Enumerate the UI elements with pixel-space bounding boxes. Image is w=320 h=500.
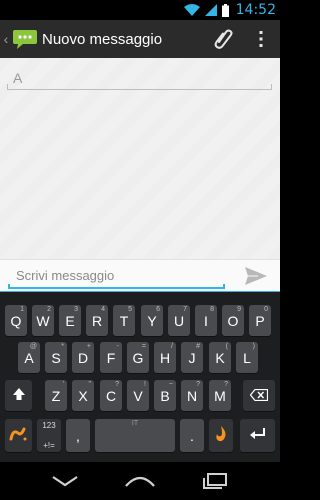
key-k[interactable]: (K — [209, 342, 231, 373]
space-key[interactable]: IT — [95, 419, 175, 452]
key-q[interactable]: 1Q — [5, 305, 27, 336]
backspace-icon — [249, 388, 269, 404]
compose-bar: Scrivi messaggio — [0, 259, 280, 291]
overflow-menu-icon[interactable] — [242, 20, 280, 58]
home-icon[interactable] — [120, 466, 160, 496]
key-t[interactable]: 5T — [113, 305, 135, 336]
messaging-app-icon[interactable] — [12, 27, 38, 51]
key-s[interactable]: * S — [45, 342, 67, 373]
key-l[interactable]: ) L — [236, 342, 258, 373]
key-h[interactable]: / H — [154, 342, 176, 373]
signal-icon — [204, 4, 217, 16]
key-j[interactable]: # J — [181, 342, 203, 373]
key-x[interactable]: " X — [72, 380, 94, 411]
recipient-placeholder: A — [13, 70, 23, 86]
page-title: Nuovo messaggio — [42, 30, 163, 48]
key-w[interactable]: 2W — [32, 305, 54, 336]
action-bar: ‹ Nuovo messaggio — [0, 20, 280, 58]
attach-icon[interactable] — [204, 20, 242, 58]
key-n[interactable]: ? N — [181, 380, 203, 411]
key-o[interactable]: 9O — [222, 305, 244, 336]
key-u[interactable]: 7U — [168, 305, 190, 336]
wifi-icon — [183, 4, 200, 16]
key-a[interactable]: @ A — [18, 342, 40, 373]
dragon-voice-icon — [213, 425, 229, 446]
key-v[interactable]: ! V — [127, 380, 149, 411]
message-placeholder: Scrivi messaggio — [16, 268, 115, 283]
key-z[interactable]: ' Z — [45, 380, 67, 411]
send-icon[interactable] — [240, 263, 272, 289]
shift-arrow-icon — [12, 387, 26, 404]
soft-keyboard: 1Q 2W 3E 4R 5T 6Y 7U 8I 9O 0P @ A * S + D -… — [0, 291, 280, 462]
back-icon[interactable] — [45, 466, 85, 496]
status-bar: 14:52 — [0, 0, 280, 20]
navigation-bar — [0, 462, 280, 500]
status-time: 14:52 — [235, 2, 276, 18]
key-p[interactable]: 0P — [249, 305, 271, 336]
keyboard-language: IT — [131, 420, 139, 427]
key-g[interactable]: = G — [127, 342, 149, 373]
voice-input-key[interactable] — [209, 419, 233, 452]
period-key[interactable]: . — [180, 419, 204, 452]
key-i[interactable]: 8I — [195, 305, 217, 336]
enter-icon — [249, 427, 267, 444]
key-m[interactable]: ? M — [209, 380, 231, 411]
recent-apps-icon[interactable] — [195, 466, 235, 496]
key-y[interactable]: 6Y — [141, 305, 163, 336]
comma-key[interactable]: , — [66, 419, 90, 452]
symbols-key[interactable]: 123 +!= — [37, 419, 61, 452]
enter-key[interactable] — [240, 419, 275, 452]
key-r[interactable]: 4R — [86, 305, 108, 336]
message-content-area: A — [0, 58, 280, 259]
backspace-key[interactable] — [243, 380, 275, 411]
swype-key[interactable] — [5, 419, 32, 452]
swype-logo-icon — [9, 425, 29, 446]
key-b[interactable]: ~ B — [154, 380, 176, 411]
message-input[interactable]: Scrivi messaggio — [8, 264, 225, 289]
key-f[interactable]: -F — [100, 342, 122, 373]
shift-key[interactable] — [5, 380, 32, 411]
recipient-field[interactable]: A — [7, 66, 272, 90]
battery-icon — [221, 3, 229, 17]
key-c[interactable]: ? C — [100, 380, 122, 411]
key-d[interactable]: + D — [72, 342, 94, 373]
up-navigation-icon[interactable]: ‹ — [1, 31, 11, 47]
key-e[interactable]: 3E — [59, 305, 81, 336]
